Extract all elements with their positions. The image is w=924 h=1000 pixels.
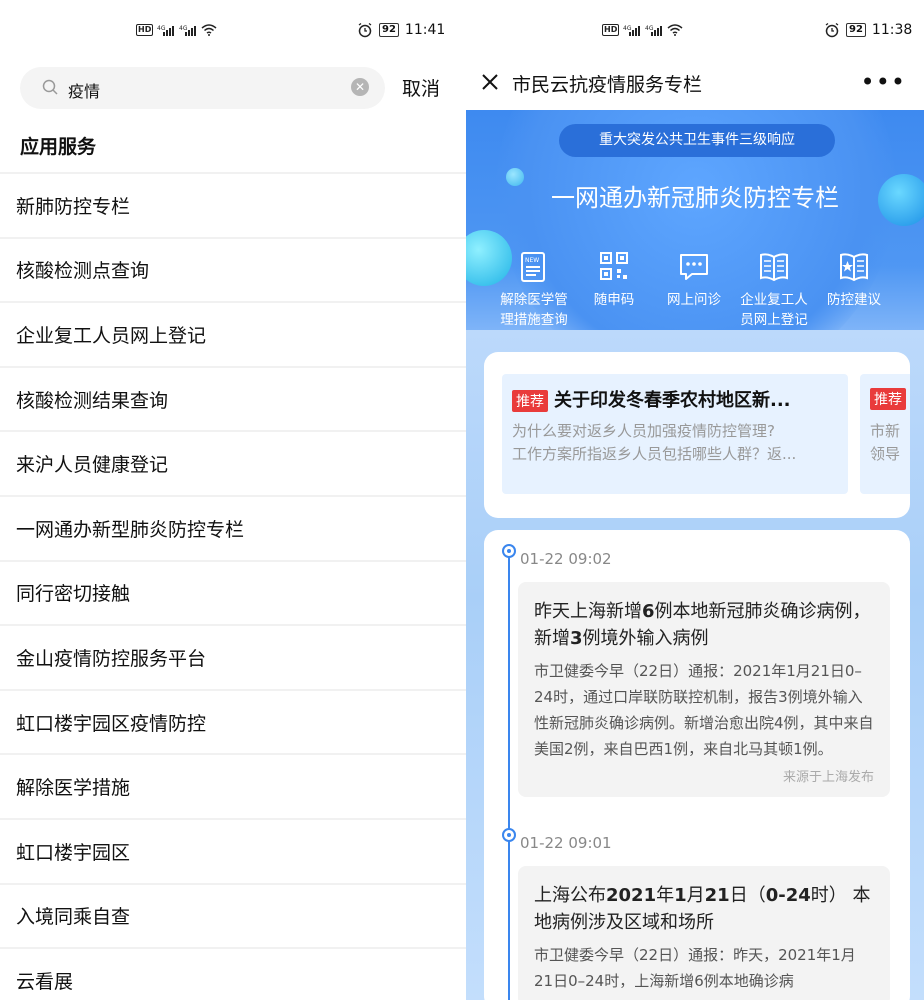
wifi-icon	[201, 24, 217, 36]
quick-label: 理措施查询	[500, 312, 568, 328]
quick-item-prevention-advice[interactable]: 防控建议	[814, 250, 894, 330]
qr-code-icon	[600, 252, 628, 280]
recommend-desc-line: 市新	[870, 422, 901, 440]
news-time: 01-22 09:01	[520, 834, 612, 852]
recommend-desc-line: 为什么要对返乡人员加强疫情防控管理?	[512, 422, 775, 440]
battery-indicator: 92	[379, 23, 399, 37]
recommend-desc-line: 领导	[870, 445, 901, 463]
quick-access-row: NEW 解除医学管 理措施查询 随申码 网上问诊 企业复工人 员网上登记 防控建…	[494, 250, 894, 330]
news-timeline: 01-22 09:02 昨天上海新增6例本地新冠肺炎确诊病例，新增3例境外输入病…	[484, 530, 910, 1000]
svg-text:NEW: NEW	[525, 257, 539, 264]
recommend-desc: 为什么要对返乡人员加强疫情防控管理? 工作方案所指返乡人员包括哪些人群？返...	[512, 420, 842, 466]
list-item[interactable]: 云看展	[0, 947, 466, 1000]
quick-label: 员网上登记	[740, 312, 808, 328]
quick-label: 网上问诊	[667, 292, 721, 308]
quick-item-return-registration[interactable]: 企业复工人 员网上登记	[734, 250, 814, 330]
recommend-desc: 市新 领导	[870, 420, 900, 466]
list-item[interactable]: 新肺防控专栏	[0, 172, 466, 237]
timeline-dot	[502, 544, 516, 558]
wifi-icon	[667, 24, 683, 36]
list-item[interactable]: 核酸检测点查询	[0, 236, 466, 302]
recommend-card: 推荐 关于印发冬春季农村地区新... 为什么要对返乡人员加强疫情防控管理? 工作方…	[484, 352, 910, 518]
quick-item-health-code[interactable]: 随申码	[574, 250, 654, 330]
alarm-icon	[358, 22, 372, 38]
quick-label: 解除医学管	[500, 292, 568, 308]
list-item[interactable]: 来沪人员健康登记	[0, 430, 466, 495]
news-time: 01-22 09:02	[520, 550, 612, 568]
page-header: 市民云抗疫情服务专栏 •••	[466, 64, 924, 110]
section-title: 应用服务	[20, 136, 97, 158]
status-right: 92 11:38	[824, 22, 912, 38]
list-item[interactable]: 一网通办新型肺炎防控专栏	[0, 494, 466, 560]
list-item[interactable]: 解除医学措施	[0, 753, 466, 818]
signal-icon: 4G	[157, 25, 175, 36]
search-icon	[42, 79, 58, 95]
news-item[interactable]: 上海公布2021年1月21日（0-24时） 本地病例涉及区域和场所 市卫健委今早…	[518, 866, 890, 1000]
quick-item-online-consult[interactable]: 网上问诊	[654, 250, 734, 330]
signal-icon: 4G	[623, 25, 641, 36]
news-title: 上海公布2021年1月21日（0-24时） 本地病例涉及区域和场所	[534, 885, 871, 933]
timeline-dot	[502, 828, 516, 842]
svg-text:4G: 4G	[179, 25, 188, 32]
recommend-tag: 推荐	[870, 388, 906, 410]
list-item[interactable]: 企业复工人员网上登记	[0, 301, 466, 366]
star-book-icon	[840, 253, 868, 282]
chat-icon	[680, 254, 708, 280]
news-body: 市卫健委今早（22日）通报：2021年1月21日0–24时，通过口岸联防联控机制…	[534, 662, 874, 758]
list-item[interactable]: 金山疫情防控服务平台	[0, 624, 466, 689]
list-item[interactable]: 入境同乘自查	[0, 882, 466, 948]
recommend-title-row: 推荐 关于印发冬春季农村地区新...	[512, 386, 791, 412]
recommend-item[interactable]: 推荐 关于印发冬春季农村地区新... 为什么要对返乡人员加强疫情防控管理? 工作方…	[502, 374, 848, 494]
svg-text:4G: 4G	[645, 25, 654, 32]
response-level-badge: 重大突发公共卫生事件三级响应	[559, 124, 835, 157]
list-item[interactable]: 虹口楼宇园区	[0, 817, 466, 883]
signal-icon: 4G	[179, 25, 197, 36]
status-right: 92 11:41	[357, 22, 445, 38]
news-icon: NEW	[521, 252, 545, 282]
quick-label: 企业复工人	[740, 292, 808, 308]
recommend-item-next[interactable]: 推荐 市新 领导	[860, 374, 910, 494]
service-list: 新肺防控专栏 核酸检测点查询 企业复工人员网上登记 核酸检测结果查询 来沪人员健…	[0, 172, 466, 1000]
more-icon[interactable]: •••	[861, 68, 906, 96]
page-title: 市民云抗疫情服务专栏	[512, 74, 703, 96]
quick-item-release-measures[interactable]: NEW 解除医学管 理措施查询	[494, 250, 574, 330]
quick-label: 随申码	[593, 292, 635, 308]
news-item[interactable]: 昨天上海新增6例本地新冠肺炎确诊病例，新增3例境外输入病例 市卫健委今早（22日…	[518, 582, 890, 797]
signal-icon: 4G	[645, 25, 663, 36]
list-item[interactable]: 核酸检测结果查询	[0, 365, 466, 431]
svg-text:4G: 4G	[157, 25, 166, 32]
recommend-desc-line: 工作方案所指返乡人员包括哪些人群？返...	[512, 445, 797, 463]
search-query: 疫情	[68, 82, 101, 101]
news-title: 昨天上海新增6例本地新冠肺炎确诊病例，新增3例境外输入病例	[534, 601, 871, 649]
status-bar: HD 4G 4G 92 11:38	[466, 0, 924, 64]
banner-title: 一网通办新冠肺炎防控专栏	[551, 184, 839, 212]
recommend-tag: 推荐	[512, 390, 548, 412]
clock: 11:41	[404, 22, 446, 38]
hd-icon: HD	[602, 24, 620, 36]
list-item[interactable]: 同行密切接触	[0, 559, 466, 625]
search-input[interactable]: 疫情 ✕	[20, 67, 385, 109]
timeline-line	[508, 552, 510, 1000]
clear-icon[interactable]: ✕	[351, 78, 369, 96]
svg-text:4G: 4G	[623, 25, 632, 32]
news-body: 市卫健委今早（22日）通报：昨天，2021年1月21日0–24时，上海新增6例本…	[534, 946, 856, 990]
network-indicators: HD 4G 4G	[136, 24, 217, 36]
book-icon	[760, 253, 788, 282]
news-source: 来源于上海发布	[782, 770, 874, 785]
status-bar: HD 4G 4G 92 11:41	[0, 0, 466, 64]
quick-label: 防控建议	[827, 292, 881, 308]
battery-indicator: 92	[846, 23, 866, 37]
alarm-icon	[825, 22, 839, 38]
covid-column-screen: HD 4G 4G 92 11:38 市民云抗疫情服务专栏 ••• 重大突发公共卫…	[466, 0, 924, 1000]
clock: 11:38	[871, 22, 913, 38]
close-icon[interactable]	[480, 72, 500, 92]
search-screen: HD 4G 4G 92 11:41 疫情 ✕ 取消 应用服务 新肺防控专栏 核酸…	[0, 0, 466, 1000]
list-item[interactable]: 虹口楼宇园区疫情防控	[0, 688, 466, 754]
hd-icon: HD	[136, 24, 154, 36]
recommend-title: 关于印发冬春季农村地区新...	[554, 390, 791, 411]
network-indicators: HD 4G 4G	[602, 24, 683, 36]
cancel-button[interactable]: 取消	[402, 74, 440, 101]
